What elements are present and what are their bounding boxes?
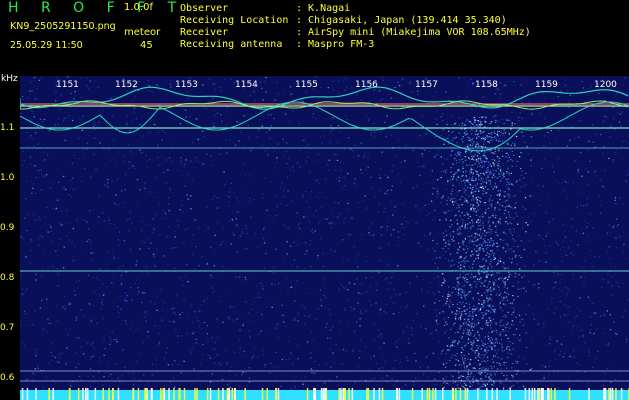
x-tick-label: 1157 (415, 80, 438, 90)
info-value-location: : Chigasaki, Japan (139.414 35.340) (296, 15, 507, 26)
x-tick-label: 1153 (175, 80, 198, 90)
y-tick-label: 0.8 (0, 273, 15, 283)
x-tick-label: 1200 (594, 80, 617, 90)
x-tick-label: 1158 (475, 80, 498, 90)
header-panel: H R O F F T 1.0.0f KN9_2505291150.png me… (0, 0, 629, 76)
info-value-observer: : K.Nagai (296, 3, 351, 14)
y-tick-label: 0.9 (0, 223, 15, 233)
timestamp-label: 25.05.29 11:50 (10, 40, 83, 51)
info-label-location: Receiving Location (180, 15, 289, 26)
x-tick-label: 1151 (56, 80, 79, 90)
spectrogram-plot (20, 76, 629, 400)
y-axis: kHz 1.1 1.0 0.9 0.8 0.7 0.6 (0, 74, 20, 400)
version-label: 1.0.0f (124, 2, 153, 13)
x-tick-label: 1155 (295, 80, 318, 90)
y-unit-label: kHz (1, 74, 18, 84)
mode-label: meteor (124, 27, 161, 38)
spectrogram-canvas (20, 76, 629, 400)
x-tick-label: 1154 (235, 80, 258, 90)
info-value-receiver: : AirSpy mini (Miakejima VOR 108.65MHz) (296, 27, 531, 38)
count-label: 45 (140, 40, 153, 51)
info-value-antenna: : Maspro FM-3 (296, 39, 375, 50)
info-label-observer: Observer (180, 3, 229, 14)
info-label-receiver: Receiver (180, 27, 229, 38)
y-tick-label: 0.6 (0, 373, 15, 383)
x-tick-label: 1159 (535, 80, 558, 90)
y-tick-label: 0.7 (0, 323, 15, 333)
filename-label: KN9_2505291150.png (10, 21, 116, 32)
y-tick-label: 1.0 (0, 173, 15, 183)
x-tick-label: 1156 (355, 80, 378, 90)
x-tick-label: 1152 (115, 80, 138, 90)
app-title: H R O F F T (8, 0, 186, 16)
y-tick-label: 1.1 (0, 123, 15, 133)
info-label-antenna: Receiving antenna (180, 39, 283, 50)
